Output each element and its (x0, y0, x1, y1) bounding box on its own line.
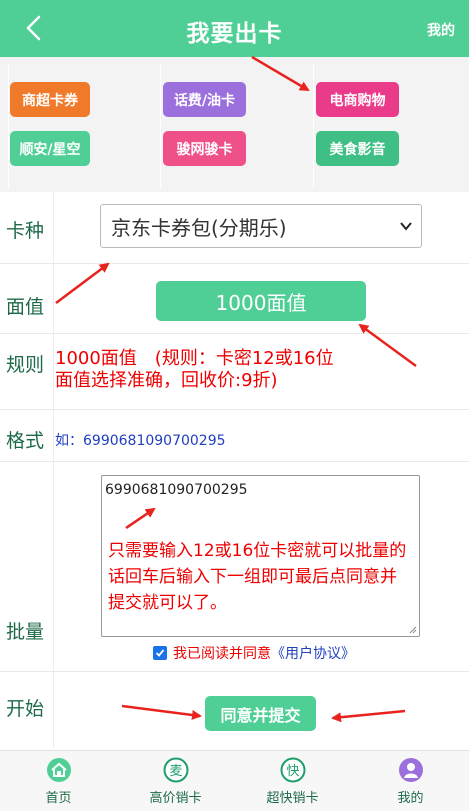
tab-fast-sell-label: 超快销卡 (266, 791, 319, 806)
batch-textarea[interactable]: 6990681090700295 只需要输入12或16位卡密就可以批量的话回车后… (101, 475, 420, 637)
batch-value: 6990681090700295 (105, 482, 248, 498)
kuai-icon: 快 (280, 757, 305, 783)
resize-handle-icon[interactable] (409, 626, 417, 634)
format-example: 如：6990681090700295 (55, 433, 226, 449)
tab-mine[interactable]: 我的 (352, 751, 469, 811)
mai-icon: 麦 (163, 757, 188, 783)
format-row: 格式 如：6990681090700295 (0, 410, 469, 462)
face-value-label: 面值 (6, 296, 45, 318)
rule-line-2: 面值选择准确，回收价:9折) (55, 370, 278, 391)
card-type-select[interactable]: 京东卡券包(分期乐) (100, 204, 422, 248)
label-divider (53, 192, 54, 748)
agree-checkbox[interactable] (153, 646, 167, 660)
rule-text: 1000面值 (规则：卡密12或16位 面值选择准确，回收价:9折) (55, 348, 465, 392)
rule-label: 规则 (6, 354, 45, 376)
svg-text:麦: 麦 (169, 764, 182, 779)
tab-home[interactable]: 首页 (0, 751, 117, 811)
rule-line-1: 1000面值 (规则：卡密12或16位 (55, 348, 334, 369)
card-type-value: 京东卡券包(分期乐) (111, 215, 287, 240)
start-row: 开始 同意并提交 (0, 672, 469, 750)
category-meishi[interactable]: 美食影音 (316, 131, 399, 166)
category-huafei[interactable]: 话费/油卡 (163, 82, 246, 117)
home-icon (46, 758, 71, 782)
face-value-row: 面值 1000面值 (0, 264, 469, 334)
chevron-down-icon (400, 222, 412, 231)
agree-text: 我已阅读并同意 (173, 646, 271, 662)
divider (313, 65, 314, 189)
tab-fast-sell[interactable]: 快 超快销卡 (234, 751, 351, 811)
divider (8, 65, 9, 189)
start-label: 开始 (6, 698, 45, 720)
user-agreement-link[interactable]: 《用户协议》 (271, 643, 355, 663)
tab-high-price[interactable]: 麦 高价销卡 (117, 751, 234, 811)
page-title: 我要出卡 (186, 21, 283, 47)
submit-button[interactable]: 同意并提交 (205, 696, 316, 731)
bottom-tab-bar: 首页 麦 高价销卡 快 超快销卡 我的 (0, 750, 469, 811)
header-bar: 我要出卡 我的 (0, 0, 469, 57)
user-icon (398, 758, 423, 782)
svg-text:快: 快 (286, 764, 299, 779)
category-shunan[interactable]: 顺安/星空 (10, 131, 90, 166)
page: 我要出卡 我的 商超卡券 话费/油卡 电商购物 顺安/星空 骏网骏卡 美食影音 … (0, 0, 469, 811)
tab-high-price-label: 高价销卡 (149, 791, 202, 806)
batch-hint-text: 只需要输入12或16位卡密就可以批量的话回车后输入下一组即可最后点同意并提交就可… (108, 541, 407, 613)
tab-home-label: 首页 (45, 791, 72, 806)
category-junwang[interactable]: 骏网骏卡 (163, 131, 246, 166)
card-type-row: 卡种 京东卡券包(分期乐) (0, 192, 469, 264)
divider (160, 65, 161, 189)
my-link[interactable]: 我的 (427, 20, 455, 40)
batch-label: 批量 (6, 621, 45, 643)
format-label: 格式 (6, 430, 45, 452)
category-dianshang[interactable]: 电商购物 (316, 82, 399, 117)
tab-mine-label: 我的 (397, 791, 424, 806)
check-icon (155, 649, 165, 657)
face-value-button[interactable]: 1000面值 (156, 281, 366, 321)
agree-checkbox-row: 我已阅读并同意 《用户协议》 (153, 643, 355, 663)
card-type-label: 卡种 (6, 220, 45, 242)
rule-row: 规则 1000面值 (规则：卡密12或16位 面值选择准确，回收价:9折) (0, 334, 469, 410)
batch-row: 批量 6990681090700295 只需要输入12或16位卡密就可以批量的话… (0, 462, 469, 672)
category-grid: 商超卡券 话费/油卡 电商购物 顺安/星空 骏网骏卡 美食影音 (0, 57, 469, 192)
category-shangchao[interactable]: 商超卡券 (10, 82, 90, 117)
